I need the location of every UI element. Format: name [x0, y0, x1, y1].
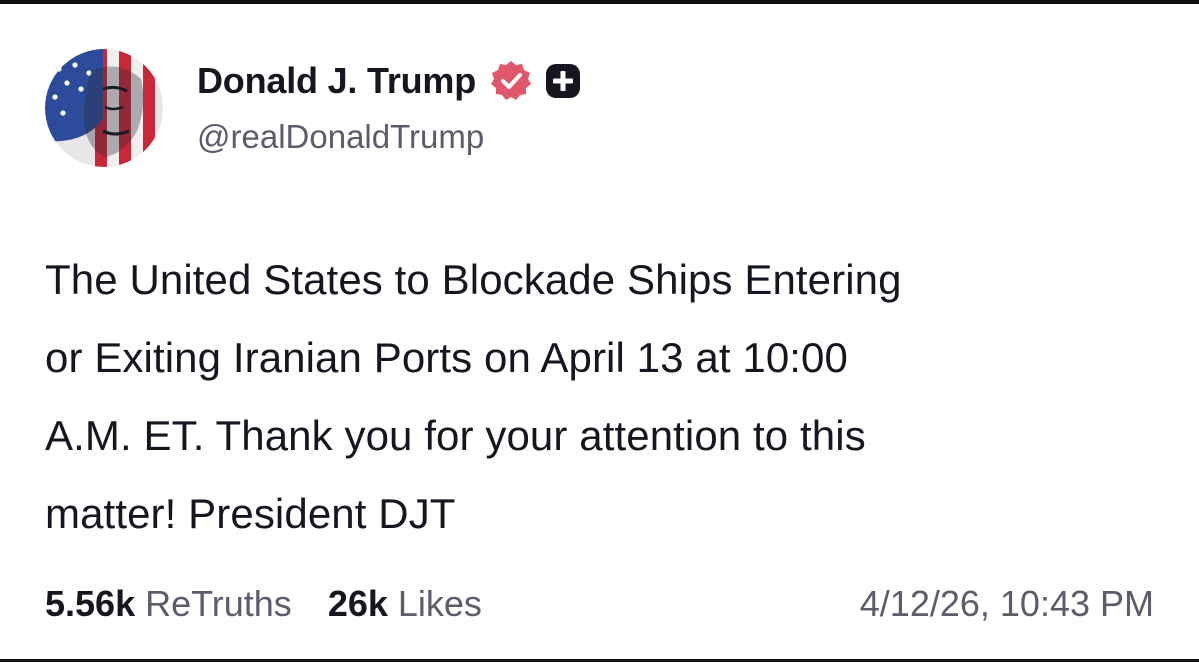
- post-text-line: The United States to Blockade Ships Ente…: [45, 256, 902, 303]
- likes-count: 26k: [327, 583, 388, 624]
- likes-stat[interactable]: 26k Likes: [328, 583, 482, 625]
- post-footer: 5.56k ReTruths 26k Likes 4/12/26, 10:43 …: [45, 578, 1154, 630]
- retruths-stat[interactable]: 5.56k ReTruths: [45, 583, 292, 625]
- avatar-image: [45, 49, 163, 167]
- author-name-row: Donald J. Trump: [197, 56, 581, 106]
- post-card: Donald J. Trump @realDonaldTrump The Uni…: [0, 0, 1199, 662]
- retruths-count: 5.56k: [45, 583, 136, 624]
- post-text: The United States to Blockade Ships Ente…: [45, 241, 1145, 553]
- post-text-line: matter! President DJT: [45, 490, 456, 537]
- post-timestamp[interactable]: 4/12/26, 10:43 PM: [860, 583, 1154, 625]
- author-display-name[interactable]: Donald J. Trump: [197, 60, 476, 102]
- verified-badge-icon: [489, 59, 533, 103]
- post-text-line: or Exiting Iranian Ports on April 13 at …: [45, 334, 848, 381]
- author-handle[interactable]: @realDonaldTrump: [197, 118, 484, 156]
- retruths-label: ReTruths: [145, 583, 292, 624]
- avatar[interactable]: [45, 49, 163, 167]
- post-text-line: A.M. ET. Thank you for your attention to…: [45, 412, 866, 459]
- likes-label: Likes: [397, 583, 482, 624]
- plus-badge-icon: [545, 63, 581, 99]
